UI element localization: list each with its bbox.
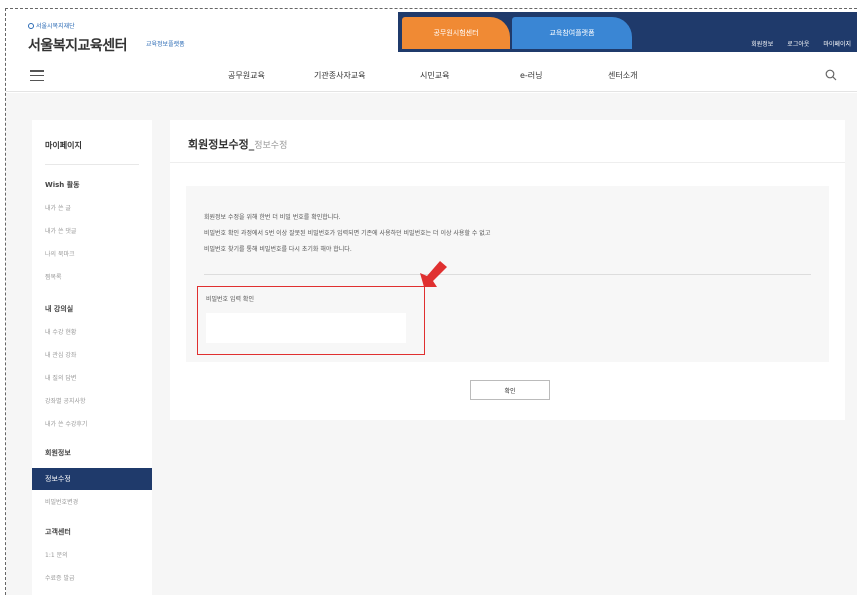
sidebar-head-member: 회원정보 — [45, 449, 71, 457]
sidebar-item-reviews[interactable]: 내가 쓴 수강후기 — [45, 419, 87, 428]
sidebar-head-support: 고객센터 — [45, 528, 71, 536]
page-title: 회원정보수정_정보수정 — [188, 138, 288, 151]
sidebar-divider — [45, 164, 139, 165]
sidebar-item-my-comments[interactable]: 내가 쓴 댓글 — [45, 226, 76, 235]
sidebar-item-interest[interactable]: 내 관심 강좌 — [45, 350, 76, 359]
notice-divider — [204, 274, 811, 275]
sidebar-head-wish: Wish 활동 — [45, 181, 80, 189]
highlight-box — [197, 286, 425, 355]
site-logo[interactable]: 서울복지교육센터 — [28, 35, 128, 55]
menu-item-center-intro[interactable]: 센터소개 — [608, 70, 637, 81]
sidebar-head-classroom: 내 강의실 — [45, 305, 74, 313]
content-panel: 회원정보수정_정보수정 회원정보 수정을 위해 한번 더 비밀 번호를 확인합니… — [170, 120, 845, 420]
menu-item-institution-staff[interactable]: 기관종사자교육 — [314, 70, 366, 81]
util-link-member[interactable]: 회원정보 — [751, 39, 773, 48]
pointer-arrow-icon — [420, 261, 447, 287]
sidebar-item-inquiry[interactable]: 1:1 문의 — [45, 550, 68, 559]
menu-item-citizen[interactable]: 시민교육 — [420, 70, 449, 81]
tab-civil-servant-exam[interactable]: 공무원시험센터 — [402, 17, 510, 49]
notice-line-3: 비밀번호 찾기를 통해 비밀번호를 다시 초기화 해야 합니다. — [204, 246, 352, 253]
util-link-logout[interactable]: 로그아웃 — [787, 39, 809, 48]
page-title-main: 회원정보수정 — [188, 138, 249, 151]
main-menu: 공무원교육 기관종사자교육 시민교육 e-러닝 센터소개 — [6, 60, 857, 92]
sidebar-item-enrollment[interactable]: 내 수강 현황 — [45, 327, 76, 336]
sidebar-item-notices[interactable]: 강좌별 공지사항 — [45, 396, 86, 405]
sidebar-item-certificate[interactable]: 수료증 발급 — [45, 573, 75, 582]
sidebar-item-bookmarks[interactable]: 나의 북마크 — [45, 249, 75, 258]
menu-item-elearning[interactable]: e-러닝 — [520, 70, 543, 81]
utility-links: 회원정보 로그아웃 마이페이지 — [751, 39, 851, 48]
mypage-sidebar: 마이페이지 Wish 활동 내가 쓴 글 내가 쓴 댓글 나의 북마크 찜목록 … — [32, 120, 152, 595]
foundation-logo-icon — [28, 22, 34, 29]
sidebar-item-wishlist[interactable]: 찜목록 — [45, 272, 62, 281]
sidebar-item-change-password[interactable]: 비밀번호변경 — [45, 497, 78, 506]
hamburger-menu-icon[interactable] — [30, 70, 44, 81]
title-divider — [170, 162, 845, 163]
page-title-sub: 정보수정 — [254, 141, 288, 151]
site-logo-sub: 교육정보플랫폼 — [146, 41, 185, 48]
search-icon[interactable] — [825, 69, 837, 81]
menu-item-public-servant[interactable]: 공무원교육 — [228, 70, 265, 81]
sidebar-item-edit-info[interactable]: 정보수정 — [32, 468, 152, 490]
tab-education-platform[interactable]: 교육참여플랫폼 — [512, 17, 632, 49]
sidebar-item-my-posts[interactable]: 내가 쓴 글 — [45, 203, 71, 212]
sidebar-item-qna[interactable]: 내 질의 답변 — [45, 373, 76, 382]
foundation-name: 서울시복지재단 — [36, 23, 75, 30]
foundation-logo[interactable]: 서울시복지재단 — [28, 21, 75, 30]
util-link-mypage[interactable]: 마이페이지 — [823, 39, 851, 48]
notice-line-2: 비밀번호 확인 과정에서 5번 이상 잘못된 비밀번호가 입력되면 기존에 사용… — [204, 230, 491, 237]
sidebar-title: 마이페이지 — [45, 141, 82, 150]
notice-line-1: 회원정보 수정을 위해 한번 더 비밀 번호를 확인합니다. — [204, 214, 341, 221]
confirm-button[interactable]: 확인 — [470, 380, 550, 400]
